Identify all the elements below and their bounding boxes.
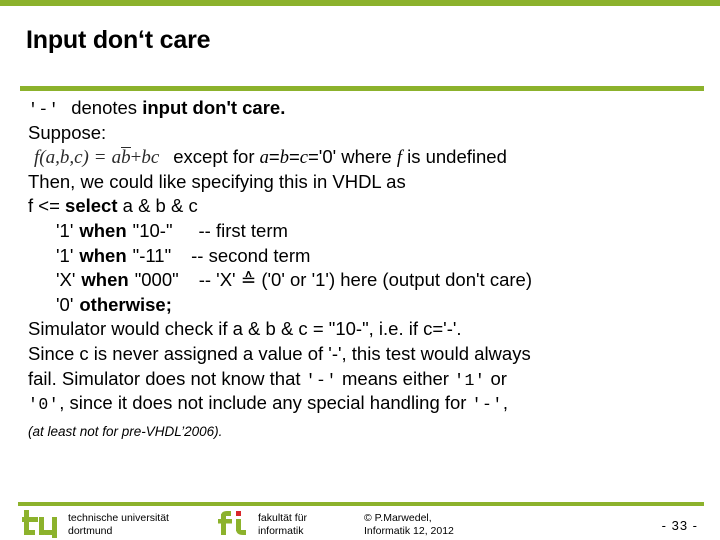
- case-pattern: "000": [134, 269, 179, 291]
- tu-label-line1: technische universität: [68, 512, 169, 524]
- page-title: Input don‘t care: [26, 26, 211, 54]
- fi-label-line1: fakultät für: [258, 512, 308, 524]
- formula-var-c: c: [299, 148, 308, 169]
- top-accent-bar: [0, 0, 720, 6]
- case-pattern: "-11": [132, 244, 172, 266]
- case-comment: -- first term: [198, 219, 288, 241]
- zero-token: '0': [28, 395, 60, 415]
- formula-var-b: b: [279, 148, 289, 169]
- body-line-simulator-check: Simulator would check if a & b & c = "10…: [28, 318, 462, 340]
- page-number: - 33 -: [661, 518, 698, 533]
- fail-text-mid: means either: [336, 367, 455, 389]
- copyright-line1: © P.Marwedel,: [364, 512, 432, 524]
- input-dont-care-bold: input don't care.: [142, 97, 286, 118]
- keyword-when: when: [79, 244, 127, 266]
- boolean-formula: f(a,b,c) = ab+bc: [28, 147, 161, 168]
- formula-var-a: a: [259, 148, 269, 169]
- case-value: 'X': [56, 269, 76, 291]
- case-line: 'X' when "000" -- 'X' ≙ ('0' or '1') here (…: [28, 268, 712, 293]
- handling-text: , since it does not include any special …: [59, 392, 472, 414]
- footer-divider: [18, 502, 704, 506]
- fakultaet-informatik-label: fakultät für informatik: [258, 512, 307, 538]
- formula-term1-b-negated: b: [121, 147, 131, 169]
- formula-except-text: except for: [173, 146, 260, 168]
- copyright-block: © P.Marwedel, Informatik 12, 2012: [364, 512, 454, 538]
- body-line-dash-denotes: '-' denotes input don't care.: [28, 96, 712, 121]
- formula-eq-2: =: [288, 146, 300, 168]
- denotes-text: denotes: [71, 97, 143, 118]
- formula-term1-a: a: [111, 147, 122, 169]
- case-pattern: "10-": [132, 219, 173, 241]
- dash-token: '-': [471, 395, 503, 415]
- tu-dortmund-logo: [22, 510, 57, 538]
- body-line-vhdl-intro: Then, we could like specifying this in V…: [28, 170, 406, 192]
- case-comment: -- 'X' ≙ ('0' or '1') here (output don't…: [198, 269, 532, 291]
- keyword-when: when: [79, 219, 127, 241]
- keyword-when: when: [81, 269, 129, 291]
- one-token: '1': [454, 370, 486, 390]
- slide-root: Input don‘t care '-' denotes input don't …: [0, 0, 720, 540]
- formula-value-text: ='0' where: [307, 146, 397, 168]
- select-prefix: f <=: [28, 195, 66, 217]
- fail-text-post: or: [485, 367, 507, 389]
- body-line-zero-handling: '0', since it does not include any speci…: [28, 391, 712, 416]
- case-line: '1' when "10-" -- first term: [28, 219, 712, 244]
- title-divider: [20, 86, 704, 91]
- fi-label-line2: informatik: [258, 525, 304, 537]
- formula-eq-1: =: [268, 146, 280, 168]
- slide-body: '-' denotes input don't care. Suppose: f(…: [28, 96, 712, 444]
- tu-dortmund-label: technische universität dortmund: [68, 512, 169, 538]
- body-line-since-c: Since c is never assigned a value of '-'…: [28, 342, 531, 364]
- tu-label-line2: dortmund: [68, 525, 113, 537]
- keyword-select: select: [65, 195, 118, 217]
- copyright-line2: Informatik 12, 2012: [364, 525, 454, 537]
- formula-term2-bc: bc: [141, 147, 160, 169]
- logo-red-dot: [236, 511, 241, 516]
- body-line-fail-simulator: fail. Simulator does not know that '-' m…: [28, 367, 712, 392]
- case-value: '0': [56, 293, 74, 315]
- body-line-suppose: Suppose:: [28, 121, 107, 143]
- keyword-otherwise: otherwise;: [79, 293, 172, 315]
- body-line-select-stmt: f <= select a & b & c: [28, 194, 712, 219]
- dash-token: '-': [305, 370, 337, 390]
- case-value: '1': [56, 244, 74, 266]
- formula-equals: =: [94, 147, 106, 169]
- case-comment: -- second term: [191, 244, 311, 266]
- body-line-formula: f(a,b,c) = ab+bc except for a=b=c='0' where…: [28, 145, 712, 170]
- select-operands: a & b & c: [117, 195, 198, 217]
- case-value: '1': [56, 219, 74, 241]
- formula-args: (a,b,c): [39, 147, 89, 169]
- dash-token: '-': [28, 100, 60, 119]
- handling-text-tail: ,: [502, 392, 508, 414]
- case-line: '0' otherwise;: [28, 293, 712, 318]
- fail-text-pre: fail. Simulator does not know that: [28, 367, 306, 389]
- formula-plus: +: [130, 147, 142, 169]
- body-line-vhdl-note: (at least not for pre-VHDL’2006).: [28, 423, 223, 439]
- case-line: '1' when "-11" -- second term: [28, 244, 712, 269]
- slide-footer: technische universität dortmund fakultät…: [0, 508, 720, 540]
- fakultaet-informatik-logo: [218, 511, 246, 535]
- formula-undefined-text: is undefined: [401, 146, 507, 168]
